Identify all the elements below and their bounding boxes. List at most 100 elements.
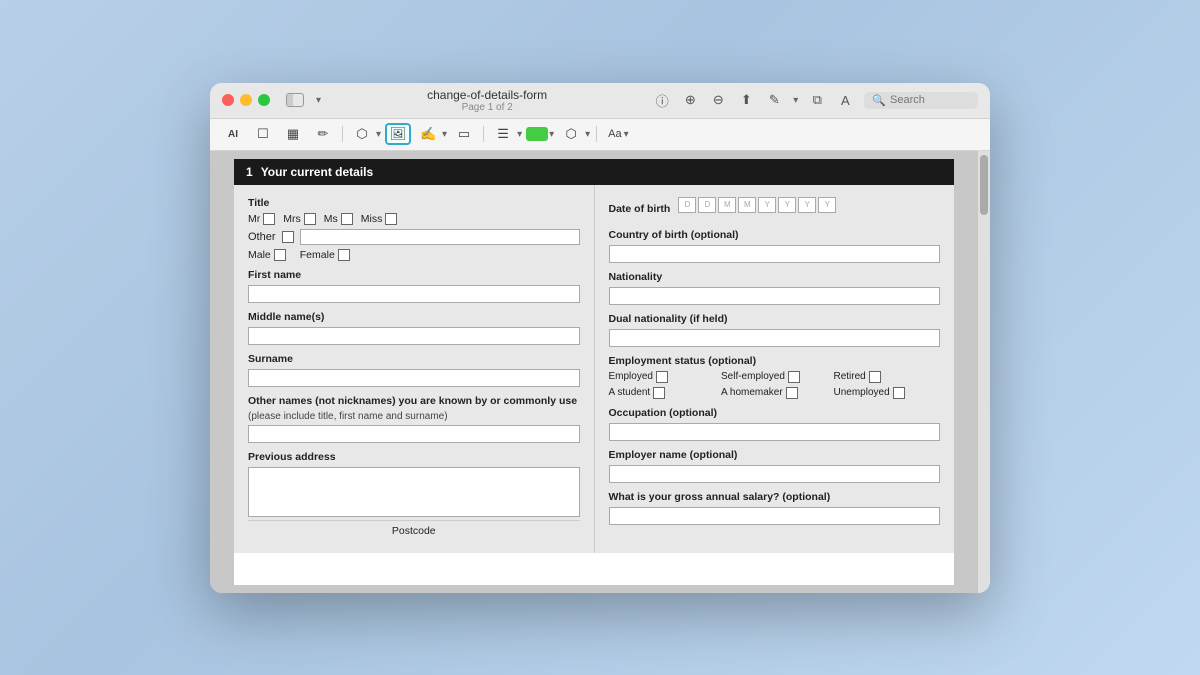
document-view: 1 Your current details Title Mr (210, 151, 978, 593)
homemaker-option: A homemaker (721, 387, 828, 399)
pencil-icon[interactable]: ✎ (765, 91, 783, 109)
self-employed-option: Self-employed (721, 371, 828, 383)
other-names-input[interactable] (248, 425, 580, 443)
female-checkbox[interactable] (338, 249, 350, 261)
redact-button[interactable]: ▦ (280, 123, 306, 145)
unemployed-checkbox[interactable] (893, 387, 905, 399)
miss-checkbox[interactable] (385, 213, 397, 225)
content-area: 1 Your current details Title Mr (210, 151, 990, 593)
title-miss: Miss (361, 213, 398, 225)
dob-d1[interactable]: D (678, 197, 696, 213)
copy-icon[interactable]: ⧉ (808, 91, 826, 109)
titlebar-icons: ⓘ ⊕ ⊖ ⬆ ✎ ▾ ⧉ A 🔍 (653, 91, 978, 109)
retired-option: Retired (834, 371, 941, 383)
surname-input[interactable] (248, 369, 580, 387)
section-number: 1 (246, 165, 253, 179)
nationality-input[interactable] (609, 287, 941, 305)
search-input[interactable] (890, 94, 970, 106)
employer-input[interactable] (609, 465, 941, 483)
font-dropdown[interactable]: Aa ▾ (603, 126, 634, 142)
employment-label: Employment status (optional) (609, 355, 941, 367)
dob-section: Date of birth D D M M Y Y Y Y (609, 197, 941, 221)
dob-boxes: D D M M Y Y Y Y (678, 197, 836, 213)
title-label: Title (248, 197, 580, 209)
retired-label: Retired (834, 371, 866, 382)
mrs-label: Mrs (283, 213, 301, 225)
dob-m2[interactable]: M (738, 197, 756, 213)
dob-y1[interactable]: Y (758, 197, 776, 213)
dob-y2[interactable]: Y (778, 197, 796, 213)
dob-d2[interactable]: D (698, 197, 716, 213)
fullscreen-button[interactable] (258, 94, 270, 106)
student-checkbox[interactable] (653, 387, 665, 399)
previous-address-label: Previous address (248, 451, 580, 463)
country-input[interactable] (609, 245, 941, 263)
stamp-button[interactable]: ⬡ (349, 123, 375, 145)
section-title: Your current details (261, 165, 373, 179)
homemaker-label: A homemaker (721, 387, 783, 398)
dob-y4[interactable]: Y (818, 197, 836, 213)
homemaker-checkbox[interactable] (786, 387, 798, 399)
dual-nationality-input[interactable] (609, 329, 941, 347)
page-indicator: Page 1 of 2 (462, 102, 513, 113)
traffic-lights (222, 94, 270, 106)
form-left: Title Mr Mrs (234, 185, 595, 553)
zoom-out-icon[interactable]: ⊖ (709, 91, 727, 109)
mr-label: Mr (248, 213, 260, 225)
draw-button[interactable]: ✏ (310, 123, 336, 145)
ms-checkbox[interactable] (341, 213, 353, 225)
dual-nationality-label: Dual nationality (if held) (609, 313, 941, 325)
middle-names-input[interactable] (248, 327, 580, 345)
scrollbar[interactable] (978, 151, 990, 593)
scrollbar-thumb[interactable] (980, 155, 988, 215)
occupation-input[interactable] (609, 423, 941, 441)
other-text-input[interactable] (300, 229, 580, 245)
signature-button[interactable]: ✍ (415, 123, 441, 145)
mrs-checkbox[interactable] (304, 213, 316, 225)
close-button[interactable] (222, 94, 234, 106)
other-checkbox[interactable] (282, 231, 294, 243)
middle-names-label: Middle name(s) (248, 311, 580, 323)
info-icon[interactable]: ⓘ (653, 91, 671, 109)
dob-m1[interactable]: M (718, 197, 736, 213)
title-section: Title Mr Mrs (248, 197, 580, 261)
female-label: Female (300, 249, 335, 261)
select-button[interactable]: ☐ (250, 123, 276, 145)
title-mr: Mr (248, 213, 275, 225)
self-employed-label: Self-employed (721, 371, 785, 382)
color-button[interactable] (526, 127, 548, 141)
align-button[interactable]: ☰ (490, 123, 516, 145)
first-name-input[interactable] (248, 285, 580, 303)
ai-button[interactable]: AI (220, 123, 246, 145)
form-page: 1 Your current details Title Mr (234, 159, 954, 585)
share-icon[interactable]: ⬆ (737, 91, 755, 109)
postcode-label: Postcode (392, 525, 436, 537)
edit-button[interactable]: ⬡ (558, 123, 584, 145)
surname-label: Surname (248, 353, 580, 365)
text-icon[interactable]: A (836, 91, 854, 109)
employed-option: Employed (609, 371, 716, 383)
other-names-note: (please include title, first name and su… (248, 411, 580, 422)
other-row: Other (248, 229, 580, 245)
zoom-in-icon[interactable]: ⊕ (681, 91, 699, 109)
retired-checkbox[interactable] (869, 371, 881, 383)
occupation-label: Occupation (optional) (609, 407, 941, 419)
self-employed-checkbox[interactable] (788, 371, 800, 383)
male-checkbox[interactable] (274, 249, 286, 261)
previous-address-input[interactable] (248, 467, 580, 517)
employed-checkbox[interactable] (656, 371, 668, 383)
title-row: Mr Mrs Ms (248, 213, 580, 225)
form-right: Date of birth D D M M Y Y Y Y (595, 185, 955, 553)
search-bar[interactable]: 🔍 (864, 92, 978, 109)
image-button[interactable]: 🖼 (385, 123, 411, 145)
sidebar-toggle[interactable] (286, 93, 304, 107)
mr-checkbox[interactable] (263, 213, 275, 225)
other-label: Other (248, 231, 276, 243)
male-option: Male (248, 249, 286, 261)
employer-label: Employer name (optional) (609, 449, 941, 461)
salary-input[interactable] (609, 507, 941, 525)
rectangle-button[interactable]: ▭ (451, 123, 477, 145)
dob-y3[interactable]: Y (798, 197, 816, 213)
miss-label: Miss (361, 213, 383, 225)
minimize-button[interactable] (240, 94, 252, 106)
